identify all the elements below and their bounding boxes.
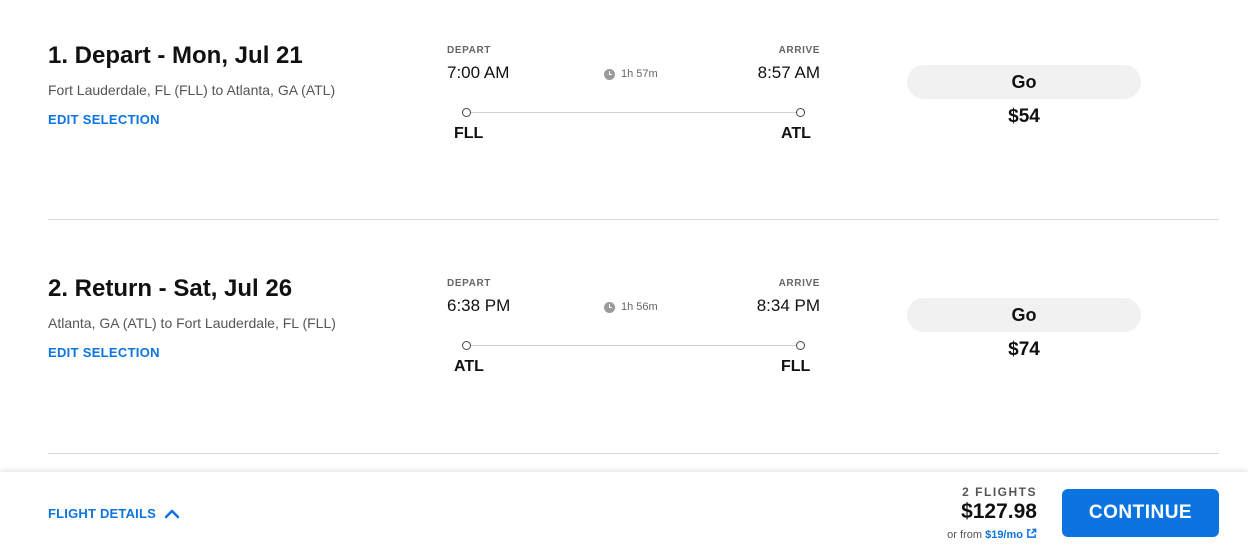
total-price: $127.98 (961, 500, 1037, 523)
destination-dot (796, 341, 805, 350)
monthly-payment: or from $19/mo (880, 528, 1037, 541)
fare-type-pill[interactable]: Go (907, 298, 1141, 332)
edit-selection-link[interactable]: EDIT SELECTION (48, 345, 160, 360)
duration-text: 1h 57m (621, 68, 658, 80)
depart-time: 6:38 PM (447, 296, 511, 315)
leg-return: 2. Return - Sat, Jul 26 Atlanta, GA (ATL… (48, 233, 1219, 453)
route-line (466, 345, 800, 346)
monthly-amount-link[interactable]: $19/mo (985, 529, 1023, 541)
divider (48, 219, 1219, 220)
flight-details-label: FLIGHT DETAILS (48, 506, 156, 521)
fare-type-pill[interactable]: Go (907, 65, 1141, 99)
clock-icon (604, 301, 615, 313)
depart-caption: DEPART (447, 278, 491, 289)
fare-price: $54 (1008, 106, 1040, 127)
destination-code: FLL (781, 358, 811, 375)
origin-code: ATL (454, 358, 484, 375)
chevron-up-icon (164, 509, 180, 518)
monthly-prefix: or from (947, 529, 986, 541)
fare-price: $74 (1008, 339, 1040, 360)
depart-time: 7:00 AM (447, 63, 510, 82)
leg-title: 2. Return - Sat, Jul 26 (48, 275, 293, 302)
origin-dot (462, 341, 471, 350)
depart-caption: DEPART (447, 45, 491, 56)
origin-dot (462, 108, 471, 117)
origin-code: FLL (454, 125, 484, 142)
edit-selection-link[interactable]: EDIT SELECTION (48, 112, 160, 127)
leg-title: 1. Depart - Mon, Jul 21 (48, 42, 303, 69)
arrive-time: 8:34 PM (756, 296, 820, 315)
destination-code: ATL (781, 125, 811, 142)
divider (48, 453, 1219, 454)
arrive-caption: ARRIVE (778, 45, 820, 56)
checkout-footer: FLIGHT DETAILS 2 FLIGHTS $127.98 or from… (0, 472, 1248, 558)
external-link-icon[interactable] (1026, 528, 1037, 539)
route-line (466, 112, 800, 113)
destination-dot (796, 108, 805, 117)
duration-text: 1h 56m (621, 301, 658, 313)
arrive-caption: ARRIVE (778, 278, 820, 289)
leg-route: Atlanta, GA (ATL) to Fort Lauderdale, FL… (48, 315, 336, 331)
flights-count: 2 FLIGHTS (962, 485, 1037, 499)
clock-icon (604, 68, 615, 80)
flight-duration: 1h 57m (604, 68, 658, 80)
flight-details-toggle[interactable]: FLIGHT DETAILS (48, 506, 180, 521)
leg-depart: 1. Depart - Mon, Jul 21 Fort Lauderdale,… (48, 0, 1219, 220)
continue-button[interactable]: CONTINUE (1062, 489, 1219, 537)
arrive-time: 8:57 AM (757, 63, 820, 82)
leg-route: Fort Lauderdale, FL (FLL) to Atlanta, GA… (48, 82, 336, 98)
flight-duration: 1h 56m (604, 301, 658, 313)
